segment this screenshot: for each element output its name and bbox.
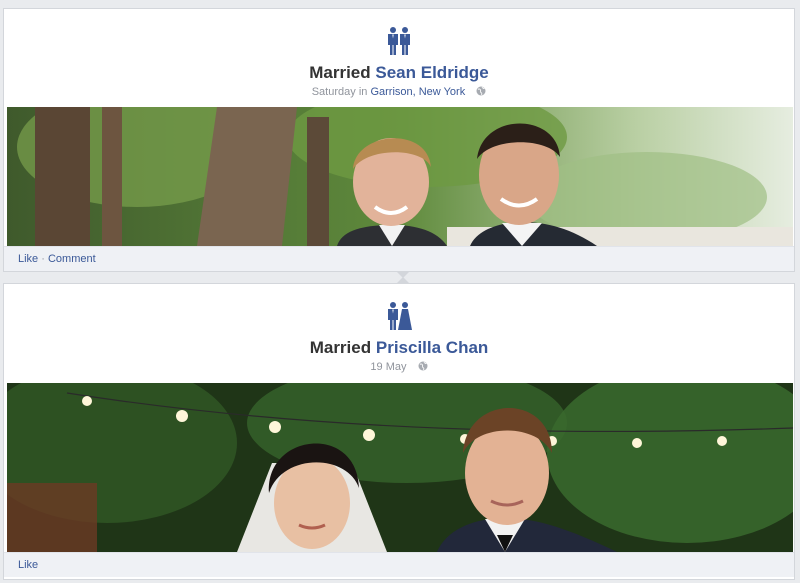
story-title-prefix: Married [309,63,371,82]
person-link[interactable]: Sean Eldridge [375,63,488,82]
story-meta: 19 May [4,360,794,374]
story-date[interactable]: Saturday [312,86,356,98]
in-word: in [358,86,368,98]
story-header: Married Sean Eldridge Saturday in Garris… [4,9,794,107]
wedding-photo-two-grooms[interactable] [7,107,793,246]
story-title: Married Priscilla Chan [4,338,794,358]
two-grooms-icon [388,27,410,55]
story-meta: Saturday in Garrison, New York [4,85,794,99]
story-title-prefix: Married [309,338,372,357]
location-link[interactable]: Garrison, New York [370,86,465,98]
story-header: Married Priscilla Chan 19 May [4,284,794,383]
comment-link[interactable]: Comment [48,253,96,265]
story-date[interactable]: 19 May [370,361,406,373]
globe-icon[interactable] [476,86,486,96]
person-link[interactable]: Priscilla Chan [376,338,488,357]
like-link[interactable]: Like [18,253,38,265]
bride-and-groom-icon [388,302,412,330]
timeline-story: Married Sean Eldridge Saturday in Garris… [3,8,795,278]
story-title: Married Sean Eldridge [4,63,794,83]
timeline-story: Married Priscilla Chan 19 May Like [3,277,795,580]
wedding-photo-bride-and-groom[interactable] [7,383,793,552]
globe-icon[interactable] [418,361,428,371]
like-link[interactable]: Like [18,559,38,571]
action-separator: · [41,253,45,265]
action-bar: Like [4,552,794,577]
action-bar: Like · Comment [4,246,794,271]
timeline-connector [397,277,409,283]
